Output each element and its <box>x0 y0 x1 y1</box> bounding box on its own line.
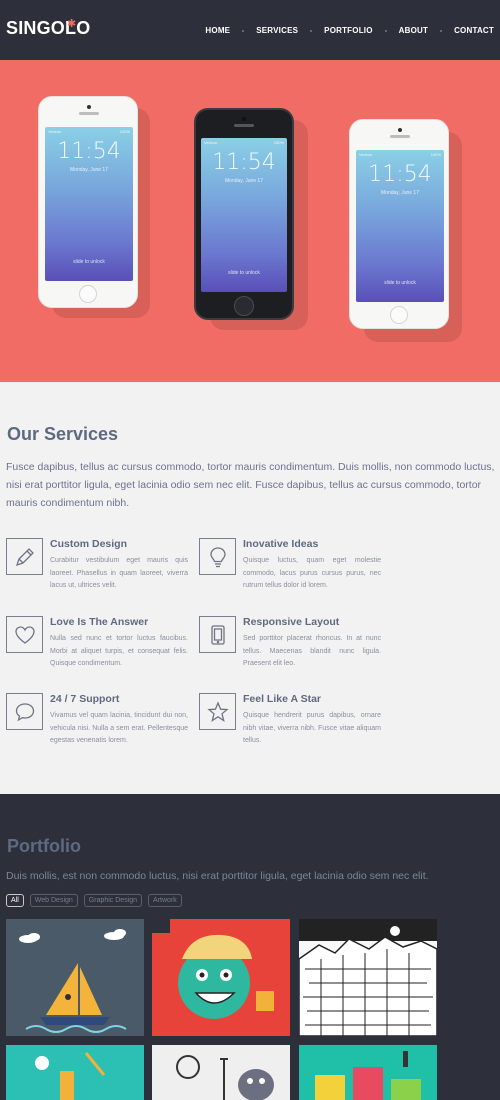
pencil-icon <box>6 538 43 575</box>
nav-separator <box>440 29 443 32</box>
game-illustration <box>299 1045 437 1100</box>
phone-screen: Verizon 100% 11:54 Monday, June 17 slide … <box>45 127 133 281</box>
carrier-label: Verizon <box>204 140 218 145</box>
bulb-icon <box>199 538 236 575</box>
service-desc: Vivamus vel quam lacinia, tincidunt dui … <box>50 712 188 744</box>
service-title: 24 / 7 Support <box>50 693 120 705</box>
star-icon <box>199 693 236 730</box>
service-desc: Nulla sed nunc et tortor luctus faucibus… <box>50 635 188 667</box>
logo[interactable]: SINGOLO <box>6 18 90 39</box>
nav-services[interactable]: SERVICES <box>256 26 298 35</box>
service-desc: Quisque hendrerit purus dapibus, ornare … <box>243 712 381 744</box>
filter-web-design[interactable]: Web Design <box>29 894 78 907</box>
nav-portfolio[interactable]: PORTFOLIO <box>324 26 372 35</box>
hero-slider: Verizon 100% 11:54 Monday, June 17 slide … <box>0 60 500 382</box>
lock-clock: 11:54 <box>57 139 121 164</box>
site-header: SINGOLO ✱ HOME SERVICES PORTFOLIO ABOUT … <box>0 0 500 60</box>
filter-graphic-design[interactable]: Graphic Design <box>83 894 143 907</box>
nav-separator <box>242 29 245 32</box>
phone-screen: Verizon 100% 11:54 Monday, June 17 slide … <box>356 150 444 302</box>
battery-label: 100% <box>273 140 284 145</box>
chat-icon <box>6 693 43 730</box>
service-desc: Curabitur vestibulum eget mauris quis la… <box>50 557 188 589</box>
services-title: Our Services <box>7 424 119 444</box>
services-section: Our Services Fusce dapibus, tellus ac cu… <box>0 382 500 794</box>
nav-contact[interactable]: CONTACT <box>454 26 494 35</box>
portfolio-item[interactable] <box>299 1045 437 1100</box>
portfolio-filters: All Web Design Graphic Design Artwork <box>6 894 182 907</box>
lock-date: Monday, June 17 <box>225 178 263 184</box>
portfolio-item[interactable] <box>299 919 437 1036</box>
phone-screen: Verizon 100% 11:54 Monday, June 17 slide … <box>201 138 287 292</box>
service-desc: Quisque luctus, quam eget molestie commo… <box>243 557 381 589</box>
filter-all[interactable]: All <box>6 894 24 907</box>
phone-home-button <box>234 296 254 316</box>
portfolio-intro: Duis mollis, est non commodo luctus, nis… <box>6 870 429 882</box>
battery-label: 100% <box>430 152 441 157</box>
service-title: Love Is The Answer <box>50 616 149 628</box>
phone-white-right: Verizon 100% 11:54 Monday, June 17 slide … <box>349 119 449 329</box>
lock-date: Monday, June 17 <box>381 190 419 196</box>
phone-white-left: Verizon 100% 11:54 Monday, June 17 slide … <box>38 96 138 308</box>
phone-camera <box>398 128 402 132</box>
character-illustration <box>152 919 290 1036</box>
main-nav: HOME SERVICES PORTFOLIO ABOUT CONTACT <box>205 26 494 35</box>
service-title: Responsive Layout <box>243 616 340 628</box>
battery-label: 100% <box>119 129 130 134</box>
service-title: Feel Like A Star <box>243 693 322 705</box>
service-title: Custom Design <box>50 538 128 550</box>
lock-date: Monday, June 17 <box>70 167 108 173</box>
phone-black-center: Verizon 100% 11:54 Monday, June 17 slide … <box>194 108 294 320</box>
slide-to-unlock: slide to unlock <box>228 270 260 276</box>
portfolio-title: Portfolio <box>7 836 81 856</box>
phone-home-button <box>79 285 97 303</box>
phone-camera <box>87 105 91 109</box>
phone-speaker <box>234 124 254 127</box>
portfolio-item[interactable] <box>152 1045 290 1100</box>
nav-separator <box>384 29 387 32</box>
filter-artwork[interactable]: Artwork <box>148 894 182 907</box>
phone-camera <box>242 117 246 121</box>
carrier-label: Verizon <box>359 152 373 157</box>
slide-to-unlock: slide to unlock <box>384 280 416 286</box>
monster-illustration <box>152 1045 290 1100</box>
service-desc: Sed porttitor placerat rhoncus. In at nu… <box>243 635 381 667</box>
service-title: Inovative Ideas <box>243 538 319 550</box>
lock-clock: 11:54 <box>368 162 432 187</box>
carrier-label: Verizon <box>48 129 62 134</box>
phone-speaker <box>390 135 410 138</box>
teal-illustration <box>6 1045 144 1100</box>
portfolio-item[interactable] <box>152 919 290 1036</box>
heart-icon <box>6 616 43 653</box>
portfolio-section: Portfolio Duis mollis, est non commodo l… <box>0 794 500 1100</box>
portfolio-item[interactable] <box>6 1045 144 1100</box>
phone-speaker <box>79 112 99 115</box>
phone-home-button <box>390 306 408 324</box>
services-intro: Fusce dapibus, tellus ac cursus commodo,… <box>6 461 495 509</box>
nav-about[interactable]: ABOUT <box>399 26 428 35</box>
tablet-icon <box>199 616 236 653</box>
slide-to-unlock: slide to unlock <box>73 259 105 265</box>
sailboat-illustration <box>6 919 144 1036</box>
city-doodle-illustration <box>299 919 437 1036</box>
lock-clock: 11:54 <box>212 150 276 175</box>
logo-star-icon: ✱ <box>67 18 77 30</box>
nav-home[interactable]: HOME <box>205 26 230 35</box>
nav-separator <box>310 29 313 32</box>
portfolio-item[interactable] <box>6 919 144 1036</box>
